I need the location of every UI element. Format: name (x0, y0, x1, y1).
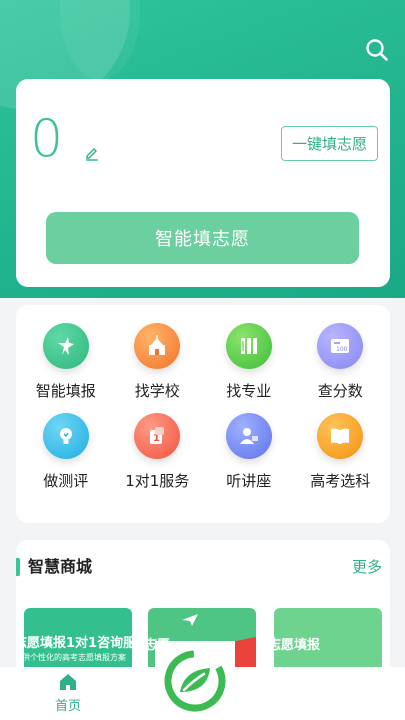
feature-lecture[interactable]: 听讲座 (203, 413, 295, 503)
home-icon (60, 674, 76, 690)
score-card-icon: 100 (317, 323, 364, 369)
feature-grid: 智能填报 找学校 找专业 100 查分数 做测评 1 1对1服务 听讲座 高考选… (16, 305, 390, 523)
score-value: 0 (30, 109, 64, 169)
paper-plane-icon (182, 614, 198, 626)
feature-one-on-one[interactable]: 1 1对1服务 (112, 413, 204, 503)
open-book-icon (317, 413, 364, 459)
smart-fill-button[interactable]: 智能填志愿 (46, 212, 359, 264)
mall-title: 智慧商城 (28, 557, 93, 576)
school-building-icon (134, 323, 181, 369)
feature-subject-selection[interactable]: 高考选科 (295, 413, 387, 503)
feature-check-score[interactable]: 100 查分数 (295, 323, 387, 413)
feature-find-school[interactable]: 找学校 (112, 323, 204, 413)
leaf-logo-icon[interactable] (155, 641, 235, 720)
search-icon[interactable] (363, 36, 391, 64)
tab-home[interactable]: 首页 (44, 672, 92, 714)
svg-text:100: 100 (336, 346, 348, 353)
lecture-icon (225, 413, 272, 459)
mall-more-link[interactable]: 更多 (352, 556, 382, 578)
one-on-one-icon: 1 (134, 413, 181, 459)
feature-find-major[interactable]: 找专业 (203, 323, 295, 413)
books-icon (225, 323, 272, 369)
lightbulb-icon (42, 413, 89, 459)
sparkle-star-icon (42, 323, 89, 369)
one-key-fill-button[interactable]: 一键填志愿 (281, 126, 378, 161)
score-card: 0 一键填志愿 智能填志愿 (16, 79, 390, 287)
feature-assessment[interactable]: 做测评 (20, 413, 112, 503)
feature-smart-fill[interactable]: 智能填报 (20, 323, 112, 413)
pencil-icon[interactable] (84, 145, 100, 161)
